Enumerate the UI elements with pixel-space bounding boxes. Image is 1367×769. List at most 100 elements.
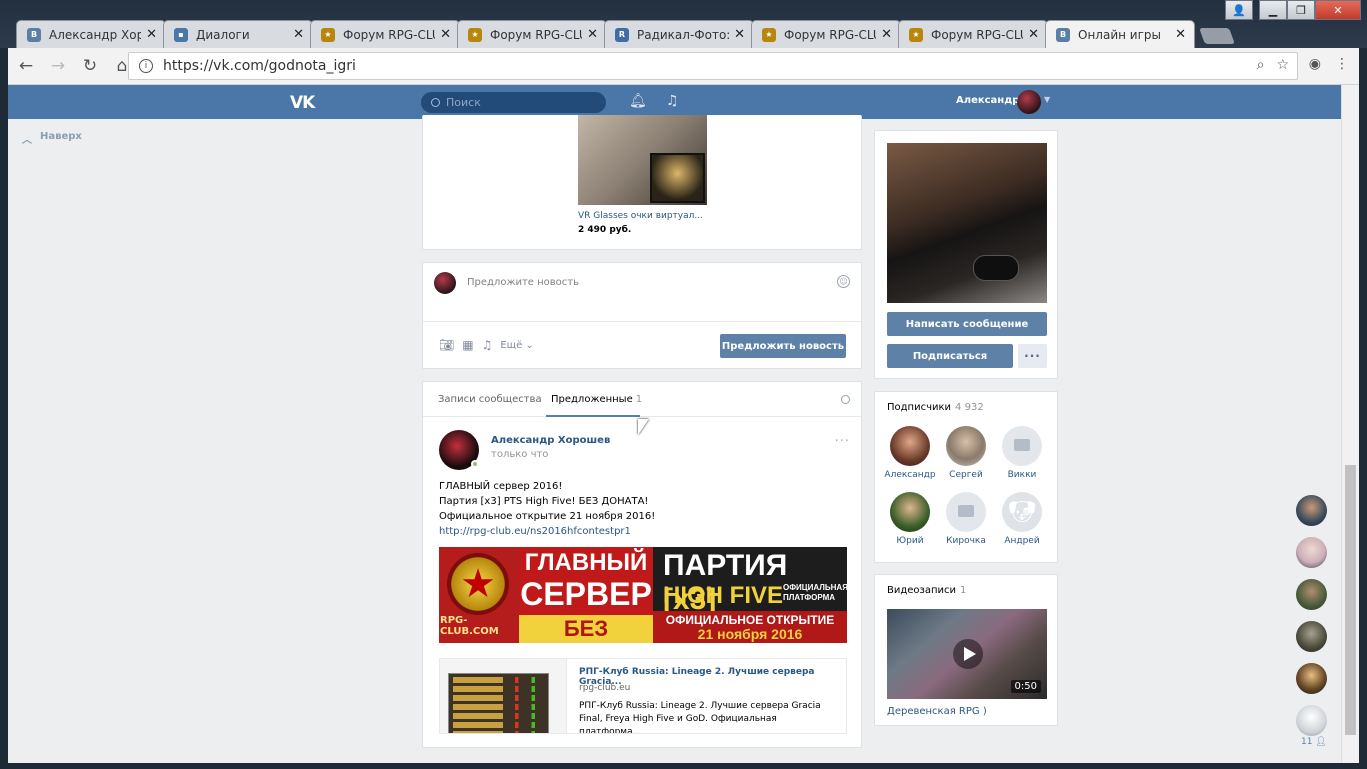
tab-close-icon[interactable]: ✕: [146, 27, 157, 42]
messages-favicon-icon: ▪: [174, 27, 188, 42]
play-icon: [953, 639, 983, 669]
videos-card: Видеозаписи 1 0:50 Деревенская RPG ): [874, 574, 1058, 726]
browser-tab[interactable]: RРадикал-Фото: ф✕: [604, 20, 754, 48]
audio-icon[interactable]: ♫: [482, 338, 493, 352]
product-title[interactable]: VR Glasses очки виртуал...: [578, 211, 703, 221]
zoom-icon[interactable]: ⌕: [1257, 57, 1265, 73]
page-scrollbar[interactable]: [1341, 85, 1359, 763]
avatar: [434, 272, 456, 294]
tab-close-icon[interactable]: ✕: [881, 27, 892, 42]
suggest-news-button[interactable]: Предложить новость: [720, 334, 846, 358]
minimize-button[interactable]: ▁: [1259, 0, 1287, 20]
profile-icon[interactable]: 👤: [1225, 0, 1253, 20]
browser-tab[interactable]: ▪ Диалоги ✕: [163, 20, 313, 48]
back-arrow-icon[interactable]: ←: [12, 52, 40, 80]
browser-tab[interactable]: ★ Форум RPG-CLU ✕: [898, 20, 1048, 48]
subscribe-button[interactable]: Подписаться: [887, 344, 1013, 368]
browser-tab[interactable]: ★ Форум RPG-CLU ✕: [310, 20, 460, 48]
write-message-button[interactable]: Написать сообщение: [887, 312, 1047, 336]
member-item[interactable]: Александр: [882, 426, 938, 480]
scroll-top-button[interactable]: ︿ Наверх: [22, 131, 82, 146]
member-item[interactable]: 🐶︎ Андрей: [994, 492, 1050, 546]
avatar[interactable]: [1296, 579, 1327, 610]
header-user-name[interactable]: Александр: [956, 95, 1019, 106]
avatar[interactable]: [1296, 495, 1327, 526]
tab-close-icon[interactable]: ✕: [587, 27, 598, 42]
subscribers-header[interactable]: Подписчики 4 932: [887, 402, 984, 413]
search-input[interactable]: Поиск: [421, 92, 606, 113]
member-item[interactable]: Сергей: [938, 426, 994, 480]
title-bar: В Александр Хор ✕ ▪ Диалоги ✕ ★ Форум RPG-CLU…: [0, 0, 1367, 48]
vk-logo[interactable]: VK: [290, 93, 315, 113]
camera-icon[interactable]: 📷︎: [439, 338, 454, 352]
scrollbar-thumb[interactable]: [1345, 465, 1356, 735]
video-duration: 0:50: [1010, 680, 1041, 693]
videos-header[interactable]: Видеозаписи 1: [887, 585, 966, 596]
tab-suggested[interactable]: Предложенные 1: [551, 394, 642, 405]
suggest-input[interactable]: Предложите новость: [467, 277, 579, 288]
browser-tab[interactable]: ★ Форум RPG-CLU ✕: [751, 20, 901, 48]
browser-tab-active[interactable]: В Онлайн игры ✕: [1045, 20, 1195, 48]
more-actions-button[interactable]: ···: [1018, 344, 1047, 368]
gamepad-icon: [973, 255, 1019, 281]
video-title[interactable]: Деревенская RPG ): [887, 706, 987, 717]
video-icon[interactable]: ▦: [462, 338, 473, 352]
search-icon[interactable]: [841, 395, 850, 404]
camera-placeholder-icon: [946, 492, 986, 532]
avatar: [890, 492, 930, 532]
tab-close-icon[interactable]: ✕: [734, 27, 745, 42]
member-item[interactable]: Юрий: [882, 492, 938, 546]
video-thumbnail[interactable]: 0:50: [887, 609, 1047, 699]
post-time[interactable]: только что: [491, 449, 548, 460]
link-snippet[interactable]: РПГ-Клуб Russia: Lineage 2. Лучшие серве…: [439, 658, 847, 734]
member-item[interactable]: Викки: [994, 426, 1050, 480]
avatar[interactable]: [1296, 705, 1327, 736]
tab-close-icon[interactable]: ✕: [1175, 27, 1186, 42]
emoji-icon[interactable]: ☺: [837, 275, 850, 288]
tab-community-posts[interactable]: Записи сообщества: [438, 394, 542, 405]
reload-icon[interactable]: ↻: [76, 52, 104, 80]
chat-sidebar: 11 👤︎: [1291, 489, 1331, 761]
post-banner-image[interactable]: ★RPG-CLUB.COM ГЛАВНЫЙСЕРВЕРБЕЗ ДОНАТА ПА…: [439, 547, 847, 643]
new-tab-button[interactable]: [1199, 28, 1235, 44]
close-window-button[interactable]: ✕: [1315, 0, 1361, 20]
community-photo[interactable]: [887, 143, 1047, 303]
maximize-button[interactable]: ❐: [1287, 0, 1315, 20]
forward-arrow-icon[interactable]: →: [44, 52, 72, 80]
tab-close-icon[interactable]: ✕: [440, 27, 451, 42]
avatar[interactable]: [439, 430, 479, 470]
avatar[interactable]: [1296, 663, 1327, 694]
online-friends-count[interactable]: 11 👤︎: [1301, 737, 1327, 747]
browser-tab[interactable]: В Александр Хор ✕: [16, 20, 166, 48]
rpg-favicon-icon: ★: [762, 27, 776, 42]
radikal-favicon-icon: R: [615, 27, 629, 42]
avatar: [890, 426, 930, 466]
tab-close-icon[interactable]: ✕: [1028, 27, 1039, 42]
bell-icon[interactable]: 🔔︎: [629, 93, 647, 109]
market-card: VR Glasses очки виртуал... 2 490 руб.: [422, 115, 862, 250]
avatar[interactable]: [1296, 537, 1327, 568]
post-menu-icon[interactable]: ···: [835, 434, 850, 449]
bookmark-star-icon[interactable]: ☆: [1276, 57, 1289, 73]
avatar[interactable]: [1017, 90, 1041, 114]
rpg-favicon-icon: ★: [468, 27, 482, 42]
more-attachments-button[interactable]: Ещё ⌄: [500, 340, 533, 351]
post-link[interactable]: http://rpg-club.eu/ns2016hfcontestpr1: [439, 524, 655, 539]
post-author[interactable]: Александр Хорошев: [491, 435, 610, 446]
browser-tab[interactable]: ★ Форум RPG-CLU ✕: [457, 20, 607, 48]
avatar[interactable]: [1296, 621, 1327, 652]
music-icon[interactable]: ♫: [666, 93, 679, 109]
product-price: 2 490 руб.: [578, 225, 632, 235]
address-bar[interactable]: i https://vk.com/godnota_igri ⌕ ☆: [128, 52, 1298, 80]
search-icon: [431, 98, 440, 107]
menu-dots-icon[interactable]: ⋮: [1335, 56, 1349, 72]
extension-icon[interactable]: ◉: [1309, 56, 1321, 72]
product-image[interactable]: [578, 115, 707, 205]
member-item[interactable]: Кирочка: [938, 492, 994, 546]
chevron-down-icon[interactable]: ▼: [1044, 95, 1050, 104]
info-icon[interactable]: i: [139, 59, 153, 73]
snippet-thumbnail: [440, 659, 567, 733]
tab-close-icon[interactable]: ✕: [293, 27, 304, 42]
window-controls: 👤 ▁ ❐ ✕: [1225, 0, 1361, 20]
wall-feed: Записи сообщества Предложенные 1 Александ…: [422, 381, 862, 748]
